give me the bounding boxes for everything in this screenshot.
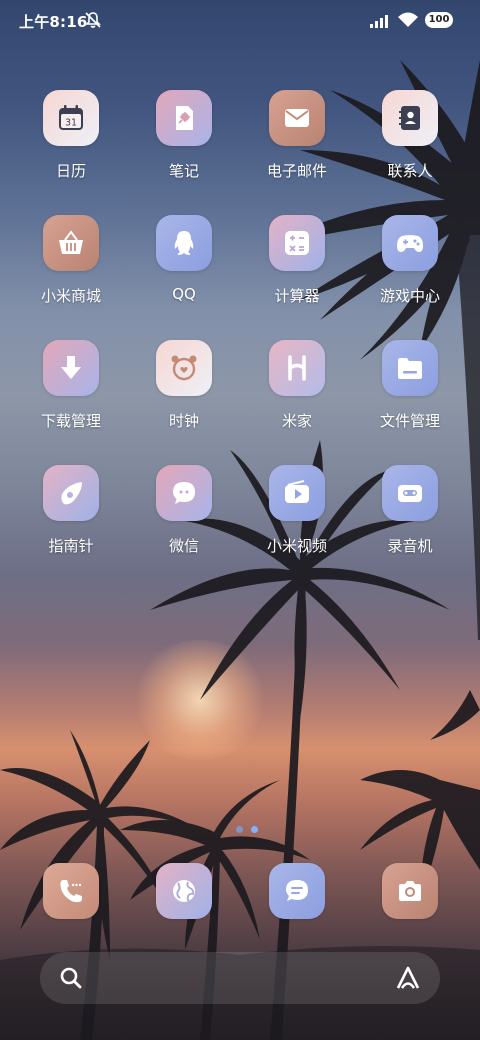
app-label: 笔记 — [168, 162, 199, 180]
app-calculator[interactable]: 计算器 — [249, 215, 345, 325]
app-download-manager[interactable]: 下载管理 — [23, 340, 119, 450]
dock-browser[interactable] — [156, 863, 212, 919]
basket-icon — [43, 215, 99, 271]
app-compass[interactable]: 指南针 — [23, 465, 119, 575]
recorder-icon — [382, 465, 438, 521]
folder-icon — [382, 340, 438, 396]
app-mijia[interactable]: 米家 — [249, 340, 345, 450]
messages-icon — [269, 863, 325, 919]
app-contacts[interactable]: 联系人 — [362, 90, 458, 200]
chat-bubble-icon — [156, 465, 212, 521]
search-icon[interactable] — [58, 965, 84, 991]
app-clock[interactable]: 时钟 — [136, 340, 232, 450]
app-label: 电子邮件 — [266, 162, 327, 180]
app-label: 联系人 — [387, 162, 433, 180]
alarm-clock-icon — [156, 340, 212, 396]
app-label: 指南针 — [48, 537, 94, 555]
gamepad-icon — [382, 215, 438, 271]
app-qq[interactable]: QQ — [136, 215, 232, 325]
app-label: 小米视频 — [266, 537, 327, 555]
assistant-icon[interactable] — [394, 965, 422, 991]
app-game-center[interactable]: 游戏中心 — [362, 215, 458, 325]
dock-messages[interactable] — [269, 863, 325, 919]
calendar-icon: 31 — [43, 90, 99, 146]
page-indicator[interactable] — [232, 824, 262, 836]
app-calendar[interactable]: 31 日历 — [23, 90, 119, 200]
page-dot-2 — [251, 826, 258, 833]
home-search-bar[interactable] — [40, 952, 440, 1004]
phone-icon — [43, 863, 99, 919]
mijia-icon — [269, 340, 325, 396]
calendar-day: 31 — [65, 118, 77, 129]
app-label: 文件管理 — [379, 412, 440, 430]
battery-icon: 100 — [425, 12, 453, 28]
app-mi-store[interactable]: 小米商城 — [23, 215, 119, 325]
signal-icon — [370, 15, 388, 28]
app-label: 米家 — [281, 412, 312, 430]
app-label: 计算器 — [274, 287, 320, 305]
app-label: QQ — [172, 285, 196, 303]
app-label: 小米商城 — [40, 287, 101, 305]
status-time: 上午8:16 — [19, 13, 88, 31]
contacts-icon — [382, 90, 438, 146]
page-dot-1 — [236, 826, 243, 833]
app-notes[interactable]: 笔记 — [136, 90, 232, 200]
dock-phone[interactable] — [43, 863, 99, 919]
wifi-icon — [398, 12, 418, 27]
notes-icon — [156, 90, 212, 146]
app-label: 日历 — [55, 162, 86, 180]
app-mi-video[interactable]: 小米视频 — [249, 465, 345, 575]
app-label: 微信 — [168, 537, 199, 555]
email-icon — [269, 90, 325, 146]
app-label: 录音机 — [387, 537, 433, 555]
app-label: 下载管理 — [40, 412, 101, 430]
app-label: 时钟 — [168, 412, 199, 430]
app-email[interactable]: 电子邮件 — [249, 90, 345, 200]
home-screen: 上午8:16 100 31 日历 笔记 电子邮件 联系人 小米商城 QQ 计算器… — [0, 0, 480, 1040]
calculator-icon — [269, 215, 325, 271]
video-icon — [269, 465, 325, 521]
qq-penguin-icon — [156, 215, 212, 271]
app-recorder[interactable]: 录音机 — [362, 465, 458, 575]
app-wechat[interactable]: 微信 — [136, 465, 232, 575]
download-icon — [43, 340, 99, 396]
camera-icon — [382, 863, 438, 919]
compass-icon — [43, 465, 99, 521]
browser-globe-icon — [156, 863, 212, 919]
app-file-manager[interactable]: 文件管理 — [362, 340, 458, 450]
app-label: 游戏中心 — [379, 287, 440, 305]
mute-icon — [85, 12, 101, 28]
dock-camera[interactable] — [382, 863, 438, 919]
status-bar: 上午8:16 100 — [0, 0, 480, 42]
